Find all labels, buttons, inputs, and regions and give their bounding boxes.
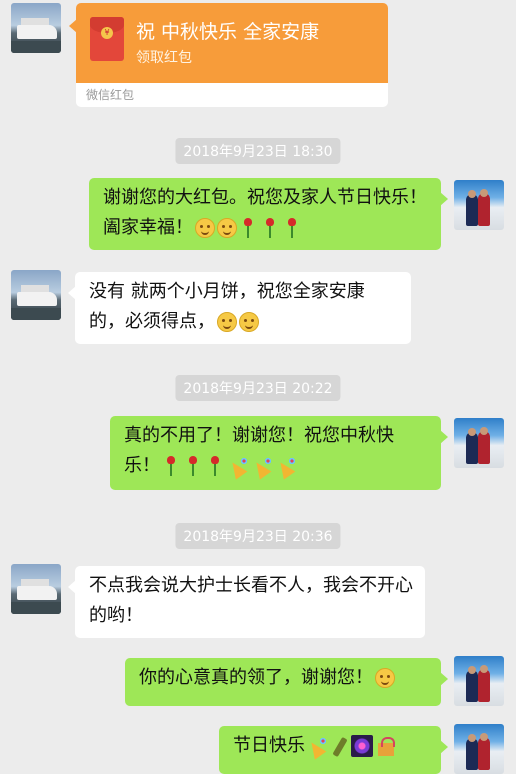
ship-hull (17, 586, 57, 600)
message-text: 你的心意真的领了，谢谢您！ (139, 667, 373, 688)
message-bubble-other[interactable]: 没有 就两个小月饼，祝您全家安康的，必须得点， (68, 272, 411, 344)
smile-emoji-icon (217, 312, 237, 332)
party-popper-emoji-icon (252, 455, 274, 477)
smile-emoji-icon (239, 312, 259, 332)
red-packet-top[interactable]: ¥ 祝 中秋快乐 全家安康 领取红包 (69, 3, 388, 83)
firework-emoji-icon (351, 735, 373, 757)
timestamp: 2018年9月23日 18:30 (175, 138, 341, 164)
face (480, 733, 488, 741)
self-avatar[interactable] (454, 180, 504, 230)
message-text: 节日快乐 (233, 735, 305, 756)
person-figure (478, 431, 490, 464)
person-figure (466, 738, 478, 770)
envelope-seal: ¥ (101, 27, 113, 39)
water (11, 41, 61, 53)
smile-emoji-icon (195, 218, 215, 238)
face (468, 190, 476, 198)
red-packet-subtitle: 领取红包 (136, 50, 192, 66)
timestamp: 2018年9月23日 20:22 (175, 375, 341, 401)
rose-emoji-icon (242, 217, 254, 239)
person-figure (478, 193, 490, 226)
person-figure (478, 737, 490, 770)
red-packet-title: 祝 中秋快乐 全家安康 (136, 21, 320, 43)
message-bubble-self[interactable]: 你的心意真的领了，谢谢您！ (125, 658, 448, 706)
contact-avatar[interactable] (11, 270, 61, 320)
face (468, 428, 476, 436)
message-bubble-self[interactable]: 节日快乐 (219, 726, 448, 774)
red-packet-footer: 微信红包 (76, 83, 388, 107)
message-bubble-self[interactable]: 真的不用了！谢谢您！祝您中秋快乐！ (110, 416, 448, 490)
smile-emoji-icon (217, 218, 237, 238)
message-bubble-other[interactable]: 不点我会说大护士长看不人，我会不开心的哟！ (68, 566, 425, 638)
face (468, 734, 476, 742)
water (11, 602, 61, 614)
gift-emoji-icon (375, 735, 397, 757)
face (480, 427, 488, 435)
rose-emoji-icon (187, 455, 199, 477)
face (480, 189, 488, 197)
party-popper-emoji-icon (228, 455, 250, 477)
self-avatar[interactable] (454, 656, 504, 706)
red-packet-card[interactable]: ¥ 祝 中秋快乐 全家安康 领取红包 微信红包 (69, 3, 388, 107)
message-bubble-self[interactable]: 谢谢您的大红包。祝您及家人节日快乐！阖家幸福！ (89, 178, 448, 250)
timestamp: 2018年9月23日 20:36 (175, 523, 341, 549)
party-popper-emoji-icon (276, 455, 298, 477)
rose-emoji-icon (286, 217, 298, 239)
self-avatar[interactable] (454, 724, 504, 774)
person-figure (478, 669, 490, 702)
person-figure (466, 670, 478, 702)
face (468, 666, 476, 674)
person-figure (466, 432, 478, 464)
message-text: 不点我会说大护士长看不人，我会不开心的哟！ (89, 575, 413, 626)
party-popper-emoji-icon (307, 735, 329, 757)
face (480, 665, 488, 673)
ship-hull (17, 25, 57, 39)
champagne-emoji-icon (331, 735, 349, 757)
red-envelope-icon: ¥ (90, 17, 124, 61)
smile-emoji-icon (375, 668, 395, 688)
ship-hull (17, 292, 57, 306)
rose-emoji-icon (264, 217, 276, 239)
rose-emoji-icon (165, 455, 177, 477)
person-figure (466, 194, 478, 226)
rose-emoji-icon (209, 455, 221, 477)
water (11, 308, 61, 320)
contact-avatar[interactable] (11, 564, 61, 614)
self-avatar[interactable] (454, 418, 504, 468)
contact-avatar[interactable] (11, 3, 61, 53)
